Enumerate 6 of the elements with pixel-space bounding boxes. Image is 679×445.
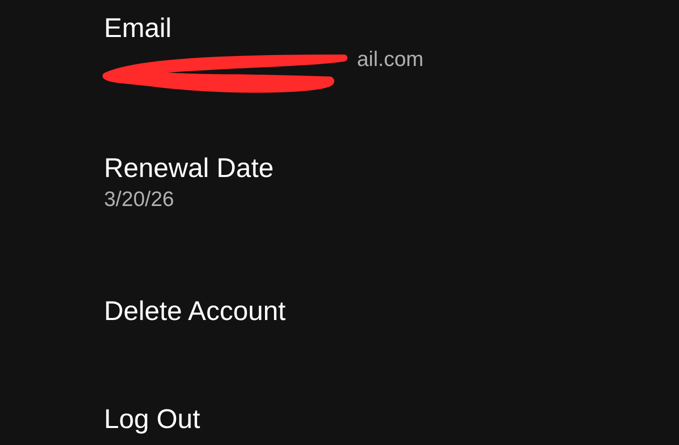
setting-value: ail.com	[357, 47, 424, 73]
menu-item[interactable]: Delete Account	[104, 293, 286, 329]
setting-label: Renewal Date	[104, 152, 274, 185]
setting-label: Email	[104, 12, 172, 45]
menu-item[interactable]: Log Out	[104, 401, 200, 437]
setting-value: 3/20/26	[104, 187, 174, 213]
